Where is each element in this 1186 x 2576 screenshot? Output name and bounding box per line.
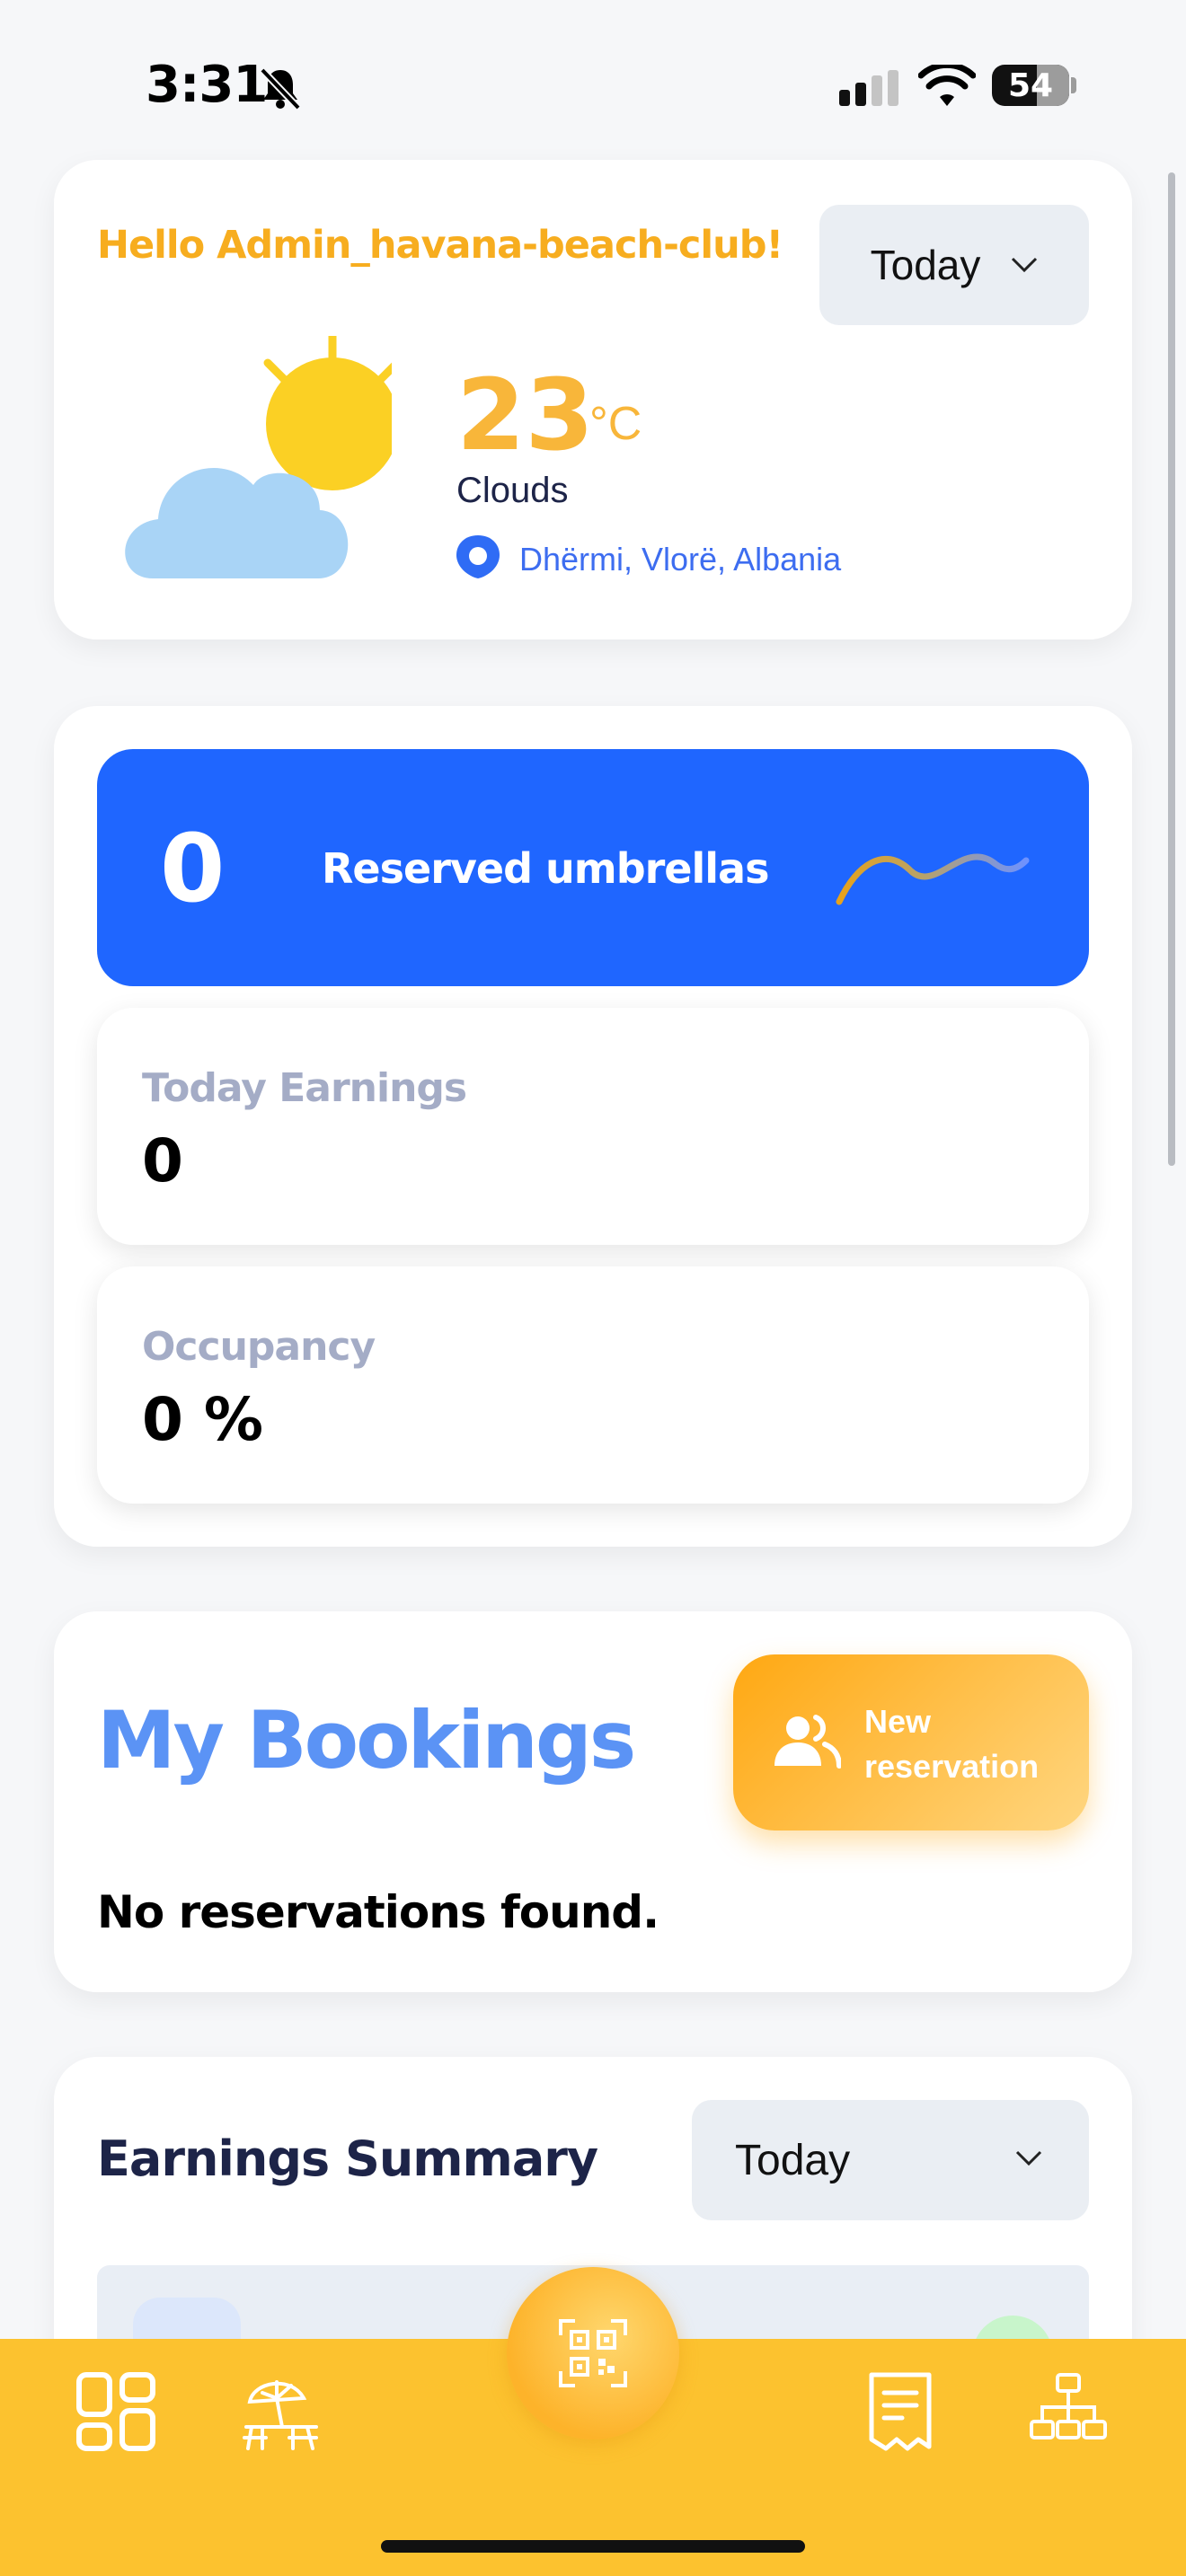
new-reservation-label: New reservation (864, 1703, 1040, 1785)
reserved-count: 0 (160, 814, 226, 923)
empty-bookings-message: No reservations found. (97, 1886, 659, 1938)
bookings-card: My Bookings New reservation No reservati… (54, 1611, 1132, 1992)
occupancy-value: 0 % (142, 1385, 264, 1454)
location-pin-icon (456, 535, 500, 578)
earnings-period-select[interactable]: Today (692, 2100, 1089, 2220)
new-reservation-button[interactable]: New reservation (733, 1654, 1089, 1831)
battery-tip (1071, 77, 1076, 93)
greeting-text: Hello Admin_havana-beach-club! (97, 223, 783, 268)
wifi-icon (918, 65, 976, 106)
earnings-period-label: Today (735, 2137, 851, 2184)
bookings-title: My Bookings (97, 1694, 636, 1786)
location-text: Dhërmi, Vlorë, Albania (519, 541, 842, 578)
occupancy-box: Occupancy 0 % (97, 1266, 1089, 1504)
qr-scan-icon (559, 2319, 627, 2387)
period-select[interactable]: Today (819, 205, 1089, 325)
weather-condition: Clouds (456, 471, 569, 510)
today-earnings-label: Today Earnings (142, 1065, 467, 1111)
earnings-summary-title: Earnings Summary (97, 2130, 598, 2187)
scroll-indicator[interactable] (1168, 172, 1175, 1166)
temperature-value: 23 (456, 357, 595, 472)
battery-percentage: 54 (1007, 66, 1054, 104)
status-bar: 3:31 54 (0, 0, 1186, 162)
occupancy-label: Occupancy (142, 1324, 376, 1370)
wave-icon (836, 853, 1030, 905)
sun-behind-cloud-icon (125, 336, 392, 578)
cellular-signal-icon (839, 70, 898, 106)
hierarchy-icon[interactable] (1028, 2371, 1109, 2443)
chevron-down-icon (1015, 2150, 1042, 2166)
dashboard-grid-icon[interactable] (75, 2371, 156, 2452)
stats-card: 0 Reserved umbrellas Today Earnings 0 Oc… (54, 706, 1132, 1547)
bell-slash-icon (260, 67, 301, 110)
temperature-unit: °C (589, 398, 642, 450)
users-icon (774, 1715, 841, 1769)
today-earnings-box: Today Earnings 0 (97, 1008, 1089, 1245)
qr-scan-button[interactable] (507, 2267, 679, 2439)
reserved-label: Reserved umbrellas (322, 844, 769, 893)
chevron-down-icon (1012, 257, 1038, 273)
reserved-umbrellas-banner[interactable]: 0 Reserved umbrellas (97, 749, 1089, 986)
weather-card: Hello Admin_havana-beach-club! Today 23 … (54, 160, 1132, 640)
status-time: 3:31 (146, 56, 268, 114)
home-indicator[interactable] (381, 2540, 805, 2553)
battery-icon: 54 (992, 65, 1069, 106)
receipt-icon[interactable] (866, 2371, 934, 2452)
today-earnings-value: 0 (142, 1126, 183, 1195)
period-select-label: Today (870, 242, 981, 288)
umbrella-icon[interactable] (241, 2371, 322, 2452)
